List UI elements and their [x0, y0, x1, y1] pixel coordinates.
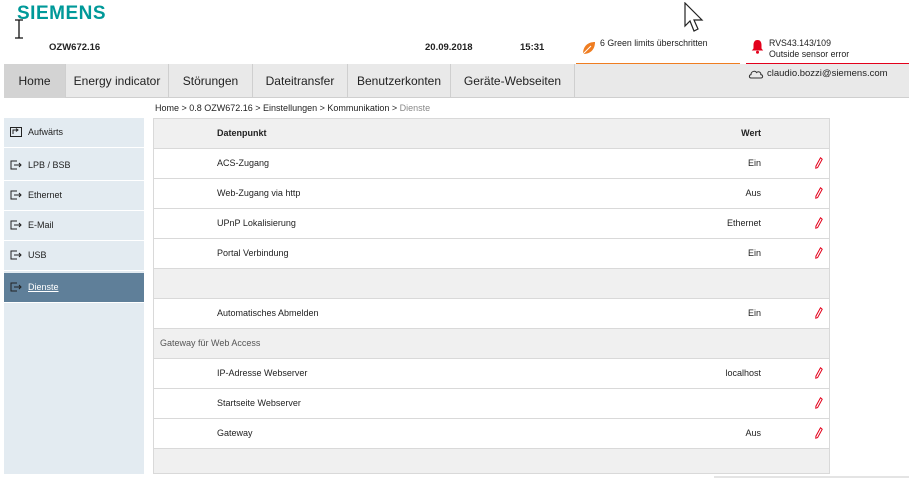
fault-alert[interactable]: RVS43.143/109 Outside sensor error: [746, 36, 909, 65]
sidebar-item-usb[interactable]: USB: [4, 241, 144, 271]
column-header-datenpunkt: Datenpunkt: [217, 128, 267, 138]
mouse-pointer-icon: [684, 2, 704, 32]
row-label: Automatisches Abmelden: [217, 308, 319, 318]
tab-stoerungen[interactable]: Störungen: [169, 64, 253, 98]
cloud-icon: [748, 70, 764, 79]
sidebar-item-label: Ethernet: [28, 190, 63, 200]
divider: [714, 476, 909, 478]
siemens-logo: SIEMENS: [17, 3, 107, 24]
device-name: OZW672.16: [49, 42, 101, 53]
sidebar-item-label: E-Mail: [28, 220, 54, 230]
fault-text: Outside sensor error: [769, 49, 850, 59]
row-value: Ein: [747, 248, 761, 258]
arrow-box-icon: [10, 190, 22, 200]
pencil-icon[interactable]: [815, 247, 823, 259]
arrow-box-icon: [10, 220, 22, 230]
row-label: ACS-Zugang: [217, 158, 270, 168]
row-value: localhost: [725, 368, 761, 378]
row-value: Ein: [747, 158, 761, 168]
time-display: 15:31: [520, 42, 545, 53]
row-value: Aus: [745, 188, 761, 198]
tab-dateitransfer[interactable]: Dateitransfer: [253, 64, 348, 98]
table-row: Gateway Aus: [154, 419, 829, 449]
breadcrumb-path[interactable]: Home > 0.8 OZW672.16 > Einstellungen > K…: [155, 103, 400, 113]
tab-geraete-webseiten[interactable]: Geräte-Webseiten: [451, 64, 575, 98]
pencil-icon[interactable]: [815, 217, 823, 229]
table-header-row: Datenpunkt Wert: [154, 119, 829, 149]
green-alert-text: 6 Green limits überschritten: [600, 38, 708, 48]
arrow-box-icon: [10, 282, 22, 292]
row-label: Web-Zugang via http: [217, 188, 301, 198]
row-label: Gateway: [217, 428, 253, 438]
pencil-icon[interactable]: [815, 187, 823, 199]
tab-energy-indicator[interactable]: Energy indicator: [66, 64, 169, 98]
sidebar-item-ethernet[interactable]: Ethernet: [4, 181, 144, 211]
pencil-icon[interactable]: [815, 397, 823, 409]
tab-home[interactable]: Home: [4, 64, 66, 98]
table-row: Startseite Webserver: [154, 389, 829, 419]
date-display: 20.09.2018: [425, 42, 473, 53]
column-header-wert: Wert: [741, 128, 761, 138]
sidebar-item-lpb-bsb[interactable]: LPB / BSB: [4, 151, 144, 181]
table-row: Web-Zugang via http Aus: [154, 179, 829, 209]
pencil-icon[interactable]: [815, 367, 823, 379]
table-spacer-row: [154, 269, 829, 299]
sidebar-item-dienste[interactable]: Dienste: [4, 273, 144, 303]
sidebar: Aufwärts LPB / BSB Ethernet E-Mail USB D…: [4, 118, 144, 474]
sidebar-item-aufwaerts[interactable]: Aufwärts: [4, 118, 144, 148]
row-value: Aus: [745, 428, 761, 438]
arrow-box-icon: [10, 160, 22, 170]
green-limits-alert[interactable]: 6 Green limits überschritten: [576, 36, 740, 65]
fault-device: RVS43.143/109: [769, 38, 831, 48]
table-group-row: Gateway für Web Access: [154, 329, 829, 359]
sidebar-item-label: Dienste: [28, 282, 59, 292]
row-value: Ein: [747, 308, 761, 318]
table-spacer-row: [154, 449, 829, 473]
text-cursor-icon: [15, 19, 23, 39]
pencil-icon[interactable]: [815, 427, 823, 439]
table-row: UPnP Lokalisierung Ethernet: [154, 209, 829, 239]
tab-benutzerkonten[interactable]: Benutzerkonten: [348, 64, 451, 98]
pencil-icon[interactable]: [815, 307, 823, 319]
table-row: Portal Verbindung Ein: [154, 239, 829, 269]
sidebar-item-label: USB: [28, 250, 47, 260]
table-row: ACS-Zugang Ein: [154, 149, 829, 179]
leaf-icon: [582, 42, 595, 55]
bell-icon: [751, 40, 764, 54]
user-email: claudio.bozzi@siemens.com: [767, 68, 888, 79]
row-label: Startseite Webserver: [217, 398, 301, 408]
datapoint-table: Datenpunkt Wert ACS-Zugang Ein Web-Zugan…: [153, 118, 830, 474]
arrow-box-icon: [10, 250, 22, 260]
table-row: Automatisches Abmelden Ein: [154, 299, 829, 329]
group-label: Gateway für Web Access: [160, 338, 261, 348]
row-label: UPnP Lokalisierung: [217, 218, 296, 228]
row-label: Portal Verbindung: [217, 248, 289, 258]
row-value: Ethernet: [726, 218, 761, 228]
sidebar-item-label: Aufwärts: [28, 127, 64, 137]
pencil-icon[interactable]: [815, 157, 823, 169]
breadcrumb[interactable]: Home > 0.8 OZW672.16 > Einstellungen > K…: [155, 103, 430, 113]
sidebar-item-email[interactable]: E-Mail: [4, 211, 144, 241]
sidebar-item-label: LPB / BSB: [28, 160, 71, 170]
row-label: IP-Adresse Webserver: [217, 368, 308, 378]
up-level-icon: [10, 127, 22, 137]
breadcrumb-current: Dienste: [399, 103, 431, 113]
table-row: IP-Adresse Webserver localhost: [154, 359, 829, 389]
